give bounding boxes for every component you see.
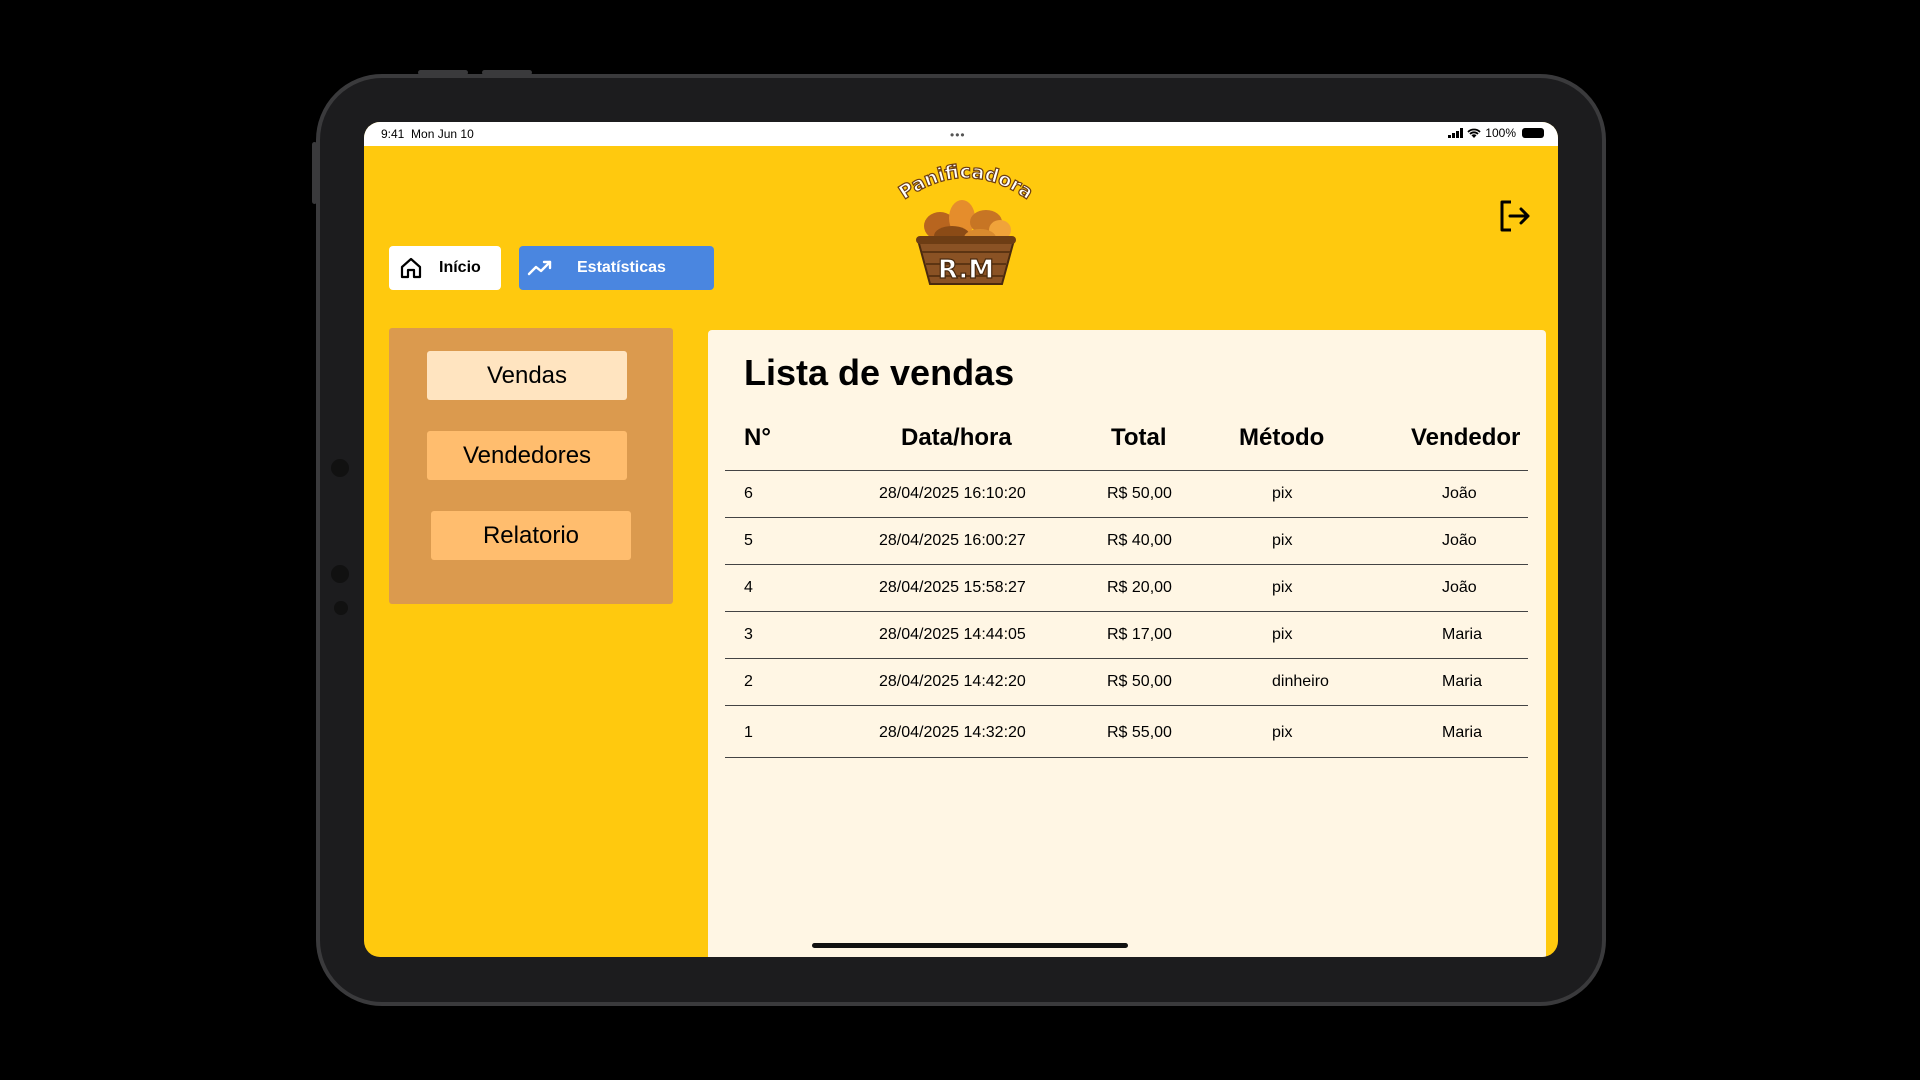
cell-method: pix: [1272, 532, 1293, 549]
header-method: Método: [1239, 424, 1325, 451]
home-nav-button[interactable]: Início: [389, 246, 501, 290]
home-icon: [400, 257, 422, 279]
status-time-date: 9:41 Mon Jun 10: [381, 127, 474, 141]
cell-seller: Maria: [1442, 673, 1483, 690]
cell-method: dinheiro: [1272, 673, 1329, 690]
cell-method: pix: [1272, 485, 1293, 502]
status-time: 9:41: [381, 127, 405, 141]
logout-icon: [1500, 200, 1530, 232]
sidebar-menu: Vendas Vendedores Relatorio: [389, 328, 673, 604]
trending-up-icon: [527, 260, 552, 276]
logo-text-bottom: R.M: [938, 255, 994, 285]
header-datetime: Data/hora: [901, 424, 1012, 451]
cell-number: 6: [744, 485, 753, 502]
table-row[interactable]: 6 28/04/2025 16:10:20 R$ 50,00 pix João: [725, 471, 1528, 518]
cell-total: R$ 17,00: [1107, 626, 1172, 643]
sales-list-panel: Lista de vendas N° Data/hora Total Métod…: [708, 330, 1546, 957]
cell-seller: Maria: [1442, 626, 1483, 643]
cell-total: R$ 55,00: [1107, 724, 1172, 741]
app-screen: 9:41 Mon Jun 10 ••• 100% Panificadora R.…: [364, 122, 1558, 957]
cell-seller: João: [1442, 532, 1477, 549]
cell-seller: João: [1442, 579, 1477, 596]
svg-text:Panificadora: Panificadora: [896, 161, 1036, 204]
logout-button[interactable]: [1497, 198, 1533, 234]
multitasking-dots[interactable]: •••: [950, 128, 966, 142]
status-date: Mon Jun 10: [411, 127, 474, 141]
table-header: N° Data/hora Total Método Vendedor: [725, 424, 1528, 471]
signal-icon: [1448, 128, 1464, 138]
cell-number: 2: [744, 673, 753, 690]
cell-number: 5: [744, 532, 753, 549]
table-row[interactable]: 2 28/04/2025 14:42:20 R$ 50,00 dinheiro …: [725, 659, 1528, 706]
hardware-button-side: [312, 142, 317, 204]
cell-method: pix: [1272, 579, 1293, 596]
cell-number: 3: [744, 626, 753, 643]
table-row[interactable]: 4 28/04/2025 15:58:27 R$ 20,00 pix João: [725, 565, 1528, 612]
table-row[interactable]: 5 28/04/2025 16:00:27 R$ 40,00 pix João: [725, 518, 1528, 565]
table-row[interactable]: 1 28/04/2025 14:32:20 R$ 55,00 pix Maria: [725, 706, 1528, 758]
home-indicator[interactable]: [812, 943, 1128, 948]
status-bar: 9:41 Mon Jun 10 ••• 100%: [364, 122, 1558, 146]
cell-number: 4: [744, 579, 753, 596]
cell-seller: João: [1442, 485, 1477, 502]
header-seller: Vendedor: [1411, 424, 1521, 451]
sidebar-item-vendas[interactable]: Vendas: [427, 351, 627, 400]
page-title: Lista de vendas: [744, 352, 1015, 393]
cell-datetime: 28/04/2025 16:00:27: [879, 532, 1026, 549]
cell-datetime: 28/04/2025 16:10:20: [879, 485, 1026, 502]
sidebar-item-vendedores[interactable]: Vendedores: [427, 431, 627, 480]
hardware-button-top-1: [418, 70, 468, 75]
camera-dot: [331, 565, 349, 583]
cell-total: R$ 20,00: [1107, 579, 1172, 596]
cell-method: pix: [1272, 626, 1293, 643]
cell-seller: Maria: [1442, 724, 1483, 741]
statistics-nav-label: Estatísticas: [577, 259, 666, 276]
home-nav-label: Início: [439, 259, 481, 276]
cell-total: R$ 40,00: [1107, 532, 1172, 549]
cell-datetime: 28/04/2025 14:44:05: [879, 626, 1026, 643]
header-number: N°: [744, 424, 771, 451]
battery-percent: 100%: [1485, 126, 1516, 140]
statistics-nav-button[interactable]: Estatísticas: [519, 246, 714, 290]
cell-datetime: 28/04/2025 14:32:20: [879, 724, 1026, 741]
wifi-icon: [1467, 128, 1481, 138]
logo-text-top: Panificadora: [894, 160, 1037, 204]
bakery-logo: Panificadora R.M: [894, 156, 1037, 286]
header-total: Total: [1111, 424, 1167, 451]
status-indicators: 100%: [1448, 126, 1544, 140]
table-row[interactable]: 3 28/04/2025 14:44:05 R$ 17,00 pix Maria: [725, 612, 1528, 659]
cell-datetime: 28/04/2025 15:58:27: [879, 579, 1026, 596]
cell-total: R$ 50,00: [1107, 673, 1172, 690]
camera-dot: [331, 459, 349, 477]
cell-method: pix: [1272, 724, 1293, 741]
battery-icon: [1522, 128, 1544, 138]
cell-datetime: 28/04/2025 14:42:20: [879, 673, 1026, 690]
sidebar-item-relatorio[interactable]: Relatorio: [431, 511, 631, 560]
camera-dot: [334, 601, 348, 615]
hardware-button-top-2: [482, 70, 532, 75]
cell-number: 1: [744, 724, 753, 741]
cell-total: R$ 50,00: [1107, 485, 1172, 502]
